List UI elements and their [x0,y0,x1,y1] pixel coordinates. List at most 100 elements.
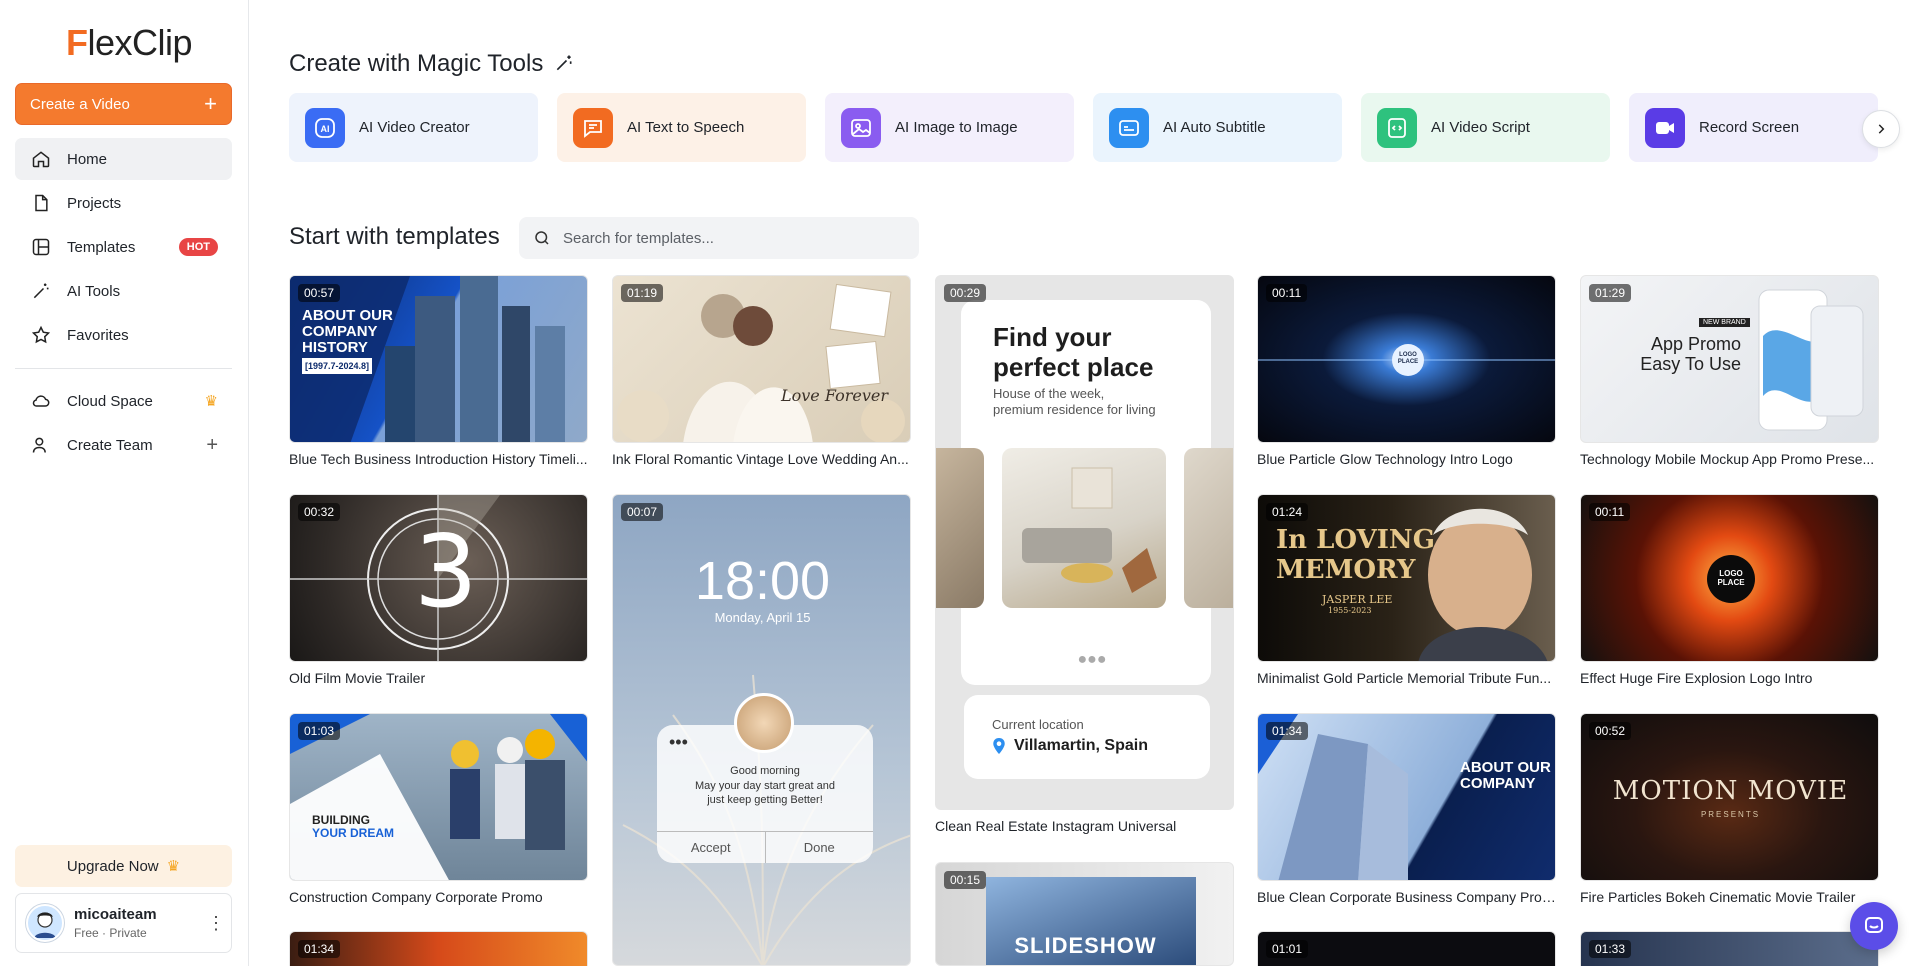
sidebar-item-favorites[interactable]: Favorites [15,314,232,356]
tool-ai-video-script[interactable]: AI Video Script [1361,93,1610,162]
template-title: Fire Particles Bokeh Cinematic Movie Tra… [1580,889,1856,905]
notification-card: ••• Good morning May your day start grea… [657,693,873,863]
tool-label: AI Video Creator [359,119,470,136]
crown-icon: ♛ [166,858,181,875]
thumb-text: PLACE [1717,578,1745,587]
sidebar-item-label: Home [67,150,108,168]
sidebar-item-cloud-space[interactable]: Cloud Space ♛ [15,380,232,422]
template-card[interactable]: ABOUT OUR COMPANY 01:34 Blue Clean Corpo… [1257,713,1556,905]
search-input[interactable] [563,229,903,247]
thumb-text: JASPER LEE [1322,593,1393,606]
thumb-text: App Promo [1650,334,1741,354]
room-photo [1002,448,1166,608]
flexclip-logo[interactable]: FlexClip [66,22,193,64]
thumb-text: premium residence for living [993,402,1156,417]
sidebar-item-home[interactable]: Home [15,138,232,180]
user-card[interactable]: micoaiteam Free · Private ⋮ [15,893,232,953]
sidebar-item-label: AI Tools [67,282,121,300]
template-card[interactable]: Love Forever 01:19 Ink Floral Romantic V… [612,275,911,467]
template-title: Ink Floral Romantic Vintage Love Wedding… [612,451,909,467]
thumb-text: LOGO [1399,352,1417,358]
tool-label: AI Video Script [1431,119,1530,136]
duration-badge: 00:07 [621,503,664,521]
crown-icon: ♛ [204,393,218,410]
thumb-text: just keep getting Better! [707,794,823,806]
more-options-icon[interactable]: ⋮ [207,913,225,934]
template-card[interactable]: Find your perfect place House of the wee… [935,275,1234,834]
main-nav: Home Projects Templates HOT AI Tools Fav… [15,138,232,358]
duration-badge: 01:19 [621,284,664,302]
logo-initial: F [66,22,88,63]
template-card[interactable]: LOGO PLACE 00:11 Blue Particle Glow Tech… [1257,275,1556,467]
duration-badge: 01:34 [1266,722,1309,740]
chat-support-button[interactable] [1850,902,1898,950]
sidebar-item-templates[interactable]: Templates HOT [15,226,232,268]
user-meta: micoaiteam Free · Private [74,906,207,940]
tool-ai-text-to-speech[interactable]: AI Text to Speech [557,93,806,162]
template-title: Effect Huge Fire Explosion Logo Intro [1580,670,1813,686]
template-thumbnail: ABOUT OUR COMPANY HISTORY [1997.7-2024.8… [289,275,588,443]
upgrade-button[interactable]: Upgrade Now ♛ [15,845,232,887]
thumb-text: In LOVING [1276,525,1435,555]
record-icon [1645,107,1685,148]
thumb-text: Find your [993,322,1112,352]
template-card[interactable]: In LOVING MEMORY JASPER LEE 1955-2023 01… [1257,494,1556,686]
thumb-text: House of the week, [993,386,1105,401]
sidebar-item-ai-tools[interactable]: AI Tools [15,270,232,312]
template-search[interactable] [519,217,919,259]
sidebar-item-label: Projects [67,194,122,212]
template-card[interactable]: MOTION MOVIE PRESENTS 00:52 Fire Particl… [1580,713,1879,905]
create-video-label: Create a Video [30,95,130,113]
template-card[interactable]: 18:00 Monday, April 15 ••• Good morning … [612,494,911,966]
template-thumbnail: ABOUT OUR COMPANY 01:34 [1257,713,1556,881]
tool-ai-video-creator[interactable]: AI AI Video Creator [289,93,538,162]
magic-wand-icon [29,279,53,303]
subtitle-icon [1109,107,1149,148]
tool-ai-image-to-image[interactable]: AI Image to Image [825,93,1074,162]
template-card[interactable]: 3 00:32 Old Film Movie Trailer [289,494,588,686]
duration-badge: 01:03 [298,722,341,740]
template-thumbnail: SLIDESHOW 00:15 [935,862,1234,966]
thumb-text: COMPANY [302,323,378,340]
hot-badge: HOT [178,238,218,256]
plus-icon[interactable]: + [206,434,218,457]
thumb-text: YOUR DREAM [312,826,395,840]
tool-ai-auto-subtitle[interactable]: AI Auto Subtitle [1093,93,1342,162]
sidebar-item-create-team[interactable]: Create Team + [15,424,232,466]
sidebar-item-projects[interactable]: Projects [15,182,232,224]
duration-badge: 00:52 [1589,722,1632,740]
template-card[interactable]: 01:01 [1257,931,1556,966]
sidebar-item-label: Create Team [67,436,153,454]
avatar [26,904,64,942]
notification-avatar [734,693,794,753]
room-photo [1184,448,1233,608]
template-card[interactable]: LOGO PLACE 00:11 Effect Huge Fire Explos… [1580,494,1879,686]
template-card[interactable]: NEW BRAND App Promo Easy To Use 01:29 Te… [1580,275,1879,467]
duration-badge: 00:32 [298,503,341,521]
chat-icon [1865,917,1883,933]
location-pin-icon [993,738,1005,754]
template-thumbnail: LOGO PLACE 00:11 [1257,275,1556,443]
search-icon [535,231,549,245]
sidebar-item-label: Templates [67,238,136,256]
template-card[interactable]: ABOUT OUR COMPANY HISTORY [1997.7-2024.8… [289,275,588,467]
templates-heading: Start with templates [289,223,500,250]
tools-next-button[interactable] [1862,110,1900,148]
template-title: Blue Particle Glow Technology Intro Logo [1257,451,1513,467]
duration-badge: 01:33 [1589,940,1632,958]
tool-record-screen[interactable]: Record Screen [1629,93,1878,162]
thumb-text: 1955-2023 [1328,606,1372,615]
tool-label: Record Screen [1699,119,1800,136]
template-thumbnail: 01:33 [1580,931,1879,966]
sidebar: FlexClip Create a Video + Home Projects … [0,0,249,966]
thumb-text: Villamartin, Spain [1014,737,1148,754]
template-card[interactable]: SLIDESHOW 00:15 [935,862,1234,966]
template-card[interactable]: BUILDING YOUR DREAM 01:03 Construction C… [289,713,588,905]
template-thumbnail: 3 00:32 [289,494,588,662]
template-card[interactable]: 01:33 [1580,931,1879,966]
template-card[interactable]: 01:34 [289,931,588,966]
thumb-text: Easy To Use [1640,354,1741,374]
secondary-nav: Cloud Space ♛ Create Team + [15,380,232,468]
create-video-button[interactable]: Create a Video + [15,83,232,125]
duration-badge: 01:01 [1266,940,1309,958]
